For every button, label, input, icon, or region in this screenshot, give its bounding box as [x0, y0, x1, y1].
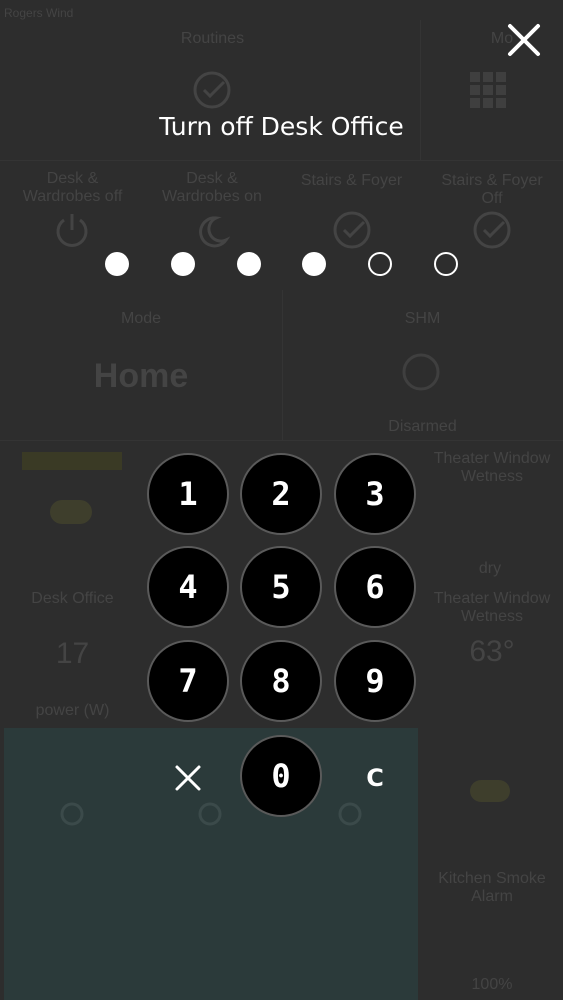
pin-dot	[105, 252, 129, 276]
dialog-title: Turn off Desk Office	[159, 112, 404, 141]
cancel-button[interactable]	[147, 737, 229, 819]
bg-divider	[0, 440, 563, 441]
tile-pct-value: 100%	[471, 976, 513, 993]
sun-icon	[60, 802, 84, 826]
pin-indicator	[0, 252, 563, 278]
check-circle-icon	[333, 211, 371, 249]
key-4[interactable]: 4	[147, 546, 229, 628]
tile-theater-window-wetness: Theater Window Wetness	[433, 450, 551, 485]
key-9[interactable]: 9	[334, 640, 416, 722]
tile-desk-wardrobes-off: Desk & Wardrobes off	[22, 170, 123, 205]
pin-dot	[237, 252, 261, 276]
tile-routines-label: Routines	[180, 30, 245, 47]
key-5[interactable]: 5	[240, 546, 322, 628]
tile-desk-wardrobes-on: Desk & Wardrobes on	[162, 170, 262, 205]
tile-theater-window-wetness-2: Theater Window Wetness	[433, 590, 551, 625]
tile-mode-label: Mode	[120, 310, 162, 327]
key-0[interactable]: 0	[240, 735, 322, 817]
grid-icon	[470, 72, 506, 108]
tile-stairs-foyer: Stairs & Foyer	[300, 172, 403, 189]
status-bar-text: Rogers Wind	[4, 6, 74, 20]
check-circle-icon	[193, 71, 231, 109]
tile-stairs-foyer-off: Stairs & Foyer Off	[441, 172, 543, 207]
tile-kitchen-smoke-alarm: Kitchen Smoke Alarm	[438, 870, 546, 905]
moon-icon	[199, 216, 230, 248]
bg-accent	[22, 452, 122, 470]
tile-desk-office-value: 17	[55, 637, 90, 670]
power-icon	[56, 214, 88, 247]
shield-icon	[402, 353, 440, 391]
key-7[interactable]: 7	[147, 640, 229, 722]
tile-mode-value: Home	[93, 357, 189, 395]
key-1[interactable]: 1	[147, 453, 229, 535]
tile-desk-office-label: Desk Office	[31, 590, 114, 607]
clear-button[interactable]: C	[334, 737, 416, 819]
bg-accent	[470, 780, 510, 802]
x-icon	[175, 765, 201, 791]
pin-dot	[434, 252, 458, 276]
tile-shm-label: SHM	[404, 310, 441, 327]
tile-dry-value: dry	[478, 560, 502, 577]
check-circle-icon	[473, 211, 511, 249]
tile-temp-value: 63°	[469, 635, 515, 668]
tile-power-label: power (W)	[35, 702, 110, 719]
pin-dot	[171, 252, 195, 276]
close-icon	[508, 24, 540, 56]
close-button[interactable]	[502, 18, 546, 62]
bg-divider	[0, 160, 563, 161]
key-8[interactable]: 8	[240, 640, 322, 722]
bg-toggle	[50, 500, 92, 524]
key-3[interactable]: 3	[334, 453, 416, 535]
key-2[interactable]: 2	[240, 453, 322, 535]
pin-dot	[368, 252, 392, 276]
tile-shm-value: Disarmed	[388, 418, 457, 435]
key-6[interactable]: 6	[334, 546, 416, 628]
pin-dot	[302, 252, 326, 276]
